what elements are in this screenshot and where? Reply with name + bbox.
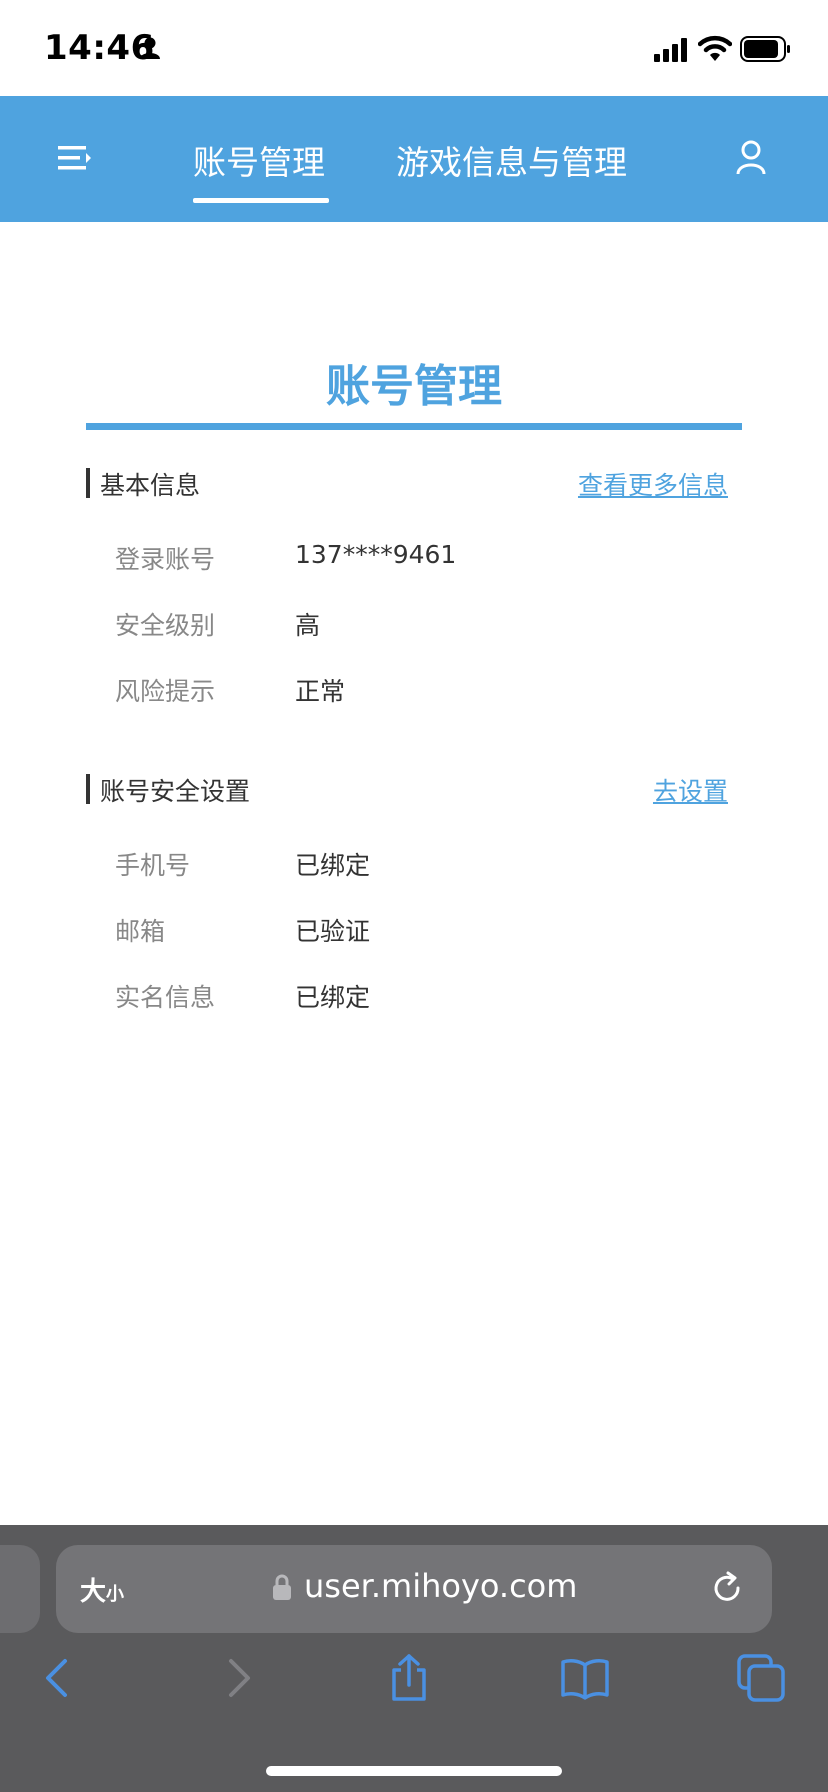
row-label: 安全级别: [115, 611, 216, 640]
bookmarks-icon[interactable]: [560, 1653, 610, 1703]
row-value: 已绑定: [295, 851, 371, 880]
user-icon[interactable]: [736, 140, 766, 176]
info-row-risk-alert: 风险提示 正常: [0, 672, 828, 708]
info-row-security-level: 安全级别 高: [0, 606, 828, 642]
row-label: 手机号: [115, 851, 191, 880]
previous-tab-preview[interactable]: [0, 1545, 40, 1633]
section-marker: [86, 774, 90, 804]
forward-icon[interactable]: [212, 1653, 262, 1703]
section-security-settings-header: 账号安全设置 去设置: [86, 772, 742, 808]
home-indicator: [266, 1766, 562, 1776]
section-marker: [86, 468, 90, 498]
section-title: 账号安全设置: [100, 777, 251, 806]
row-value: 已绑定: [295, 983, 371, 1012]
menu-icon[interactable]: [58, 144, 92, 172]
person-icon: [140, 37, 160, 59]
wifi-icon: [698, 35, 732, 61]
lock-icon: [273, 1574, 291, 1600]
section-basic-info-header: 基本信息 查看更多信息: [86, 466, 742, 502]
row-value: 137****9461: [295, 540, 457, 569]
tabs-icon[interactable]: [736, 1653, 786, 1703]
row-value: 已验证: [295, 917, 371, 946]
info-row-login-account: 登录账号 137****9461: [0, 540, 828, 576]
row-label: 邮箱: [115, 917, 166, 946]
browser-toolbar: 大小 user.mihoyo.com: [0, 1525, 828, 1792]
info-row-phone: 手机号 已绑定: [0, 846, 828, 882]
tab-account-management[interactable]: 账号管理: [193, 136, 325, 184]
section-title: 基本信息: [100, 471, 201, 500]
cellular-signal-icon: [654, 38, 687, 62]
share-icon[interactable]: [384, 1653, 434, 1703]
go-settings-link[interactable]: 去设置: [653, 772, 728, 808]
view-more-info-link[interactable]: 查看更多信息: [578, 466, 728, 502]
tab-game-info[interactable]: 游戏信息与管理: [396, 136, 627, 184]
row-label: 风险提示: [115, 677, 216, 706]
battery-icon: [740, 36, 790, 62]
status-bar: 14:46: [0, 0, 828, 96]
row-label: 登录账号: [115, 545, 216, 574]
row-label: 实名信息: [115, 983, 216, 1012]
text-size-large: 大: [80, 1577, 107, 1607]
page: 14:46 账号管理 游戏信息与管理 账号管理 基本信息 查看更多信息 登录账号…: [0, 0, 828, 1792]
top-nav: 账号管理 游戏信息与管理: [0, 96, 828, 222]
info-row-real-name: 实名信息 已绑定: [0, 978, 828, 1014]
url-text: user.mihoyo.com: [304, 1567, 578, 1605]
reload-icon[interactable]: [710, 1571, 744, 1605]
page-title: 账号管理: [326, 361, 502, 412]
title-divider: [86, 423, 742, 430]
row-value: 正常: [295, 677, 346, 706]
back-icon[interactable]: [34, 1653, 84, 1703]
address-bar[interactable]: 大小 user.mihoyo.com: [56, 1545, 772, 1633]
text-size-small: 小: [106, 1584, 125, 1605]
active-tab-indicator: [193, 198, 329, 203]
info-row-email: 邮箱 已验证: [0, 912, 828, 948]
row-value: 高: [295, 611, 321, 640]
text-size-button[interactable]: 大小: [80, 1571, 124, 1608]
